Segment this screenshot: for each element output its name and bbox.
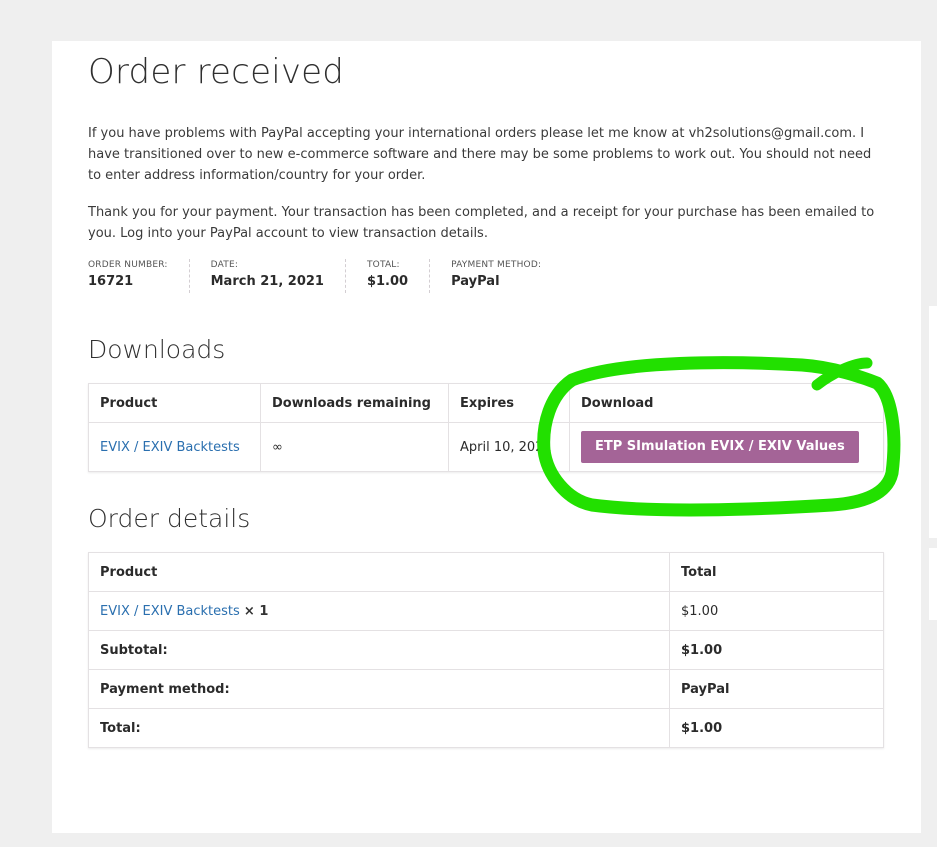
order-details-table: Product Total EVIX / EXIV Backtests × 1 … [88,552,884,748]
order-total: TOTAL: $1.00 [344,259,429,293]
order-total-label: TOTAL: [366,260,400,270]
payment-method-row-label: Payment method: [88,669,670,709]
payment-method-label: PAYMENT METHOD: [451,260,542,270]
order-date: DATE: March 21, 2021 [188,259,345,293]
order-number-value: 16721 [88,274,134,289]
payment-method-row-value: PayPal [669,669,884,709]
column-header-expires: Expires [448,383,570,423]
download-product-link[interactable]: EVIX / EXIV Backtests [100,440,240,455]
column-header-downloads-remaining: Downloads remaining [260,383,449,423]
column-header-product: Product [88,383,261,423]
column-header-total: Total [669,552,884,592]
column-header-download: Download [569,383,884,423]
order-item-total: $1.00 [669,591,884,631]
order-number: ORDER NUMBER: 16721 [88,259,189,293]
order-overview: ORDER NUMBER: 16721 DATE: March 21, 2021… [88,259,562,293]
total-value: $1.00 [669,708,884,748]
subtotal-label: Subtotal: [88,630,670,670]
expires-value: April 10, 2021 [448,422,570,472]
order-item-link[interactable]: EVIX / EXIV Backtests [100,604,240,619]
order-date-label: DATE: [210,260,239,270]
table-row: EVIX / EXIV Backtests ∞ April 10, 2021 E… [88,422,884,472]
table-row: EVIX / EXIV Backtests × 1 $1.00 [88,591,884,631]
subtotal-value: $1.00 [669,630,884,670]
page-title: Order received [88,52,345,92]
order-details-heading: Order details [88,504,251,533]
downloads-remaining-value: ∞ [260,422,449,472]
order-number-label: ORDER NUMBER: [88,260,168,270]
order-item-quantity: × 1 [243,603,269,619]
order-date-value: March 21, 2021 [210,274,324,289]
downloads-heading: Downloads [88,335,226,364]
sidebar-edge [929,548,937,620]
thank-you-text: Thank you for your payment. Your transac… [88,205,875,241]
download-cell: ETP SImulation EVIX / EXIV Values [569,422,884,472]
table-row: Total: $1.00 [88,708,884,748]
order-total-value: $1.00 [366,274,409,289]
download-file-button[interactable]: ETP SImulation EVIX / EXIV Values [581,431,859,463]
column-header-product: Product [88,552,670,592]
table-header-row: Product Total [88,552,884,592]
table-header-row: Product Downloads remaining Expires Down… [88,383,884,423]
payment-method-value: PayPal [451,274,500,289]
order-item-cell: EVIX / EXIV Backtests × 1 [88,591,670,631]
notice-text: If you have problems with PayPal accepti… [88,126,872,183]
download-product-cell: EVIX / EXIV Backtests [88,422,261,472]
downloads-table: Product Downloads remaining Expires Down… [88,383,884,472]
order-payment-method: PAYMENT METHOD: PayPal [429,259,562,293]
sidebar-edge [929,306,937,538]
table-row: Subtotal: $1.00 [88,630,884,670]
table-row: Payment method: PayPal [88,669,884,709]
total-label: Total: [88,708,670,748]
